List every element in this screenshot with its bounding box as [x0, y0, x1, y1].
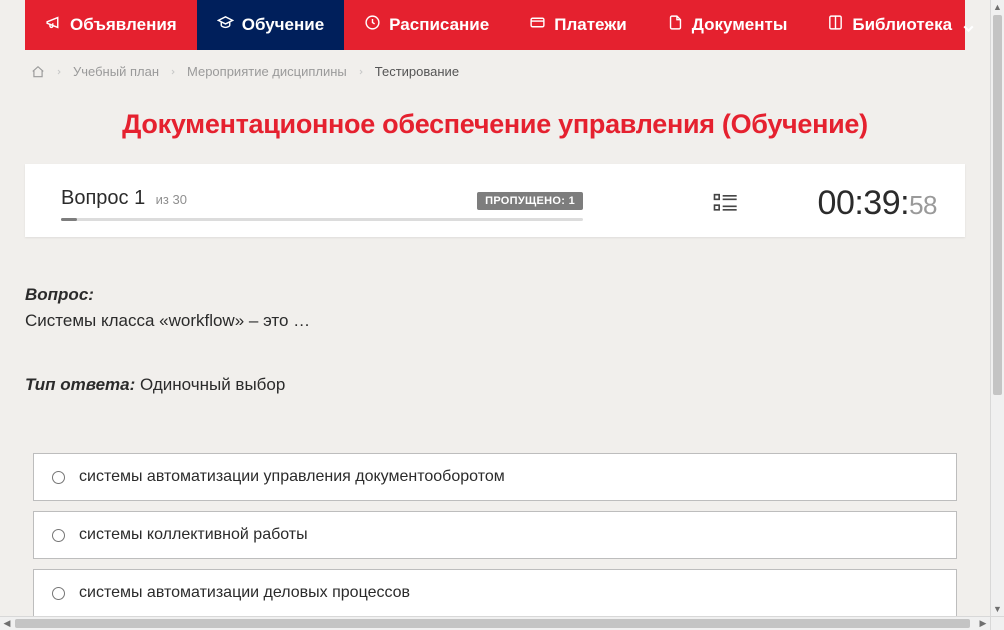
scroll-thumb[interactable] [993, 15, 1002, 395]
question-text: Системы класса «workflow» – это … [25, 311, 965, 331]
answer-option[interactable]: системы автоматизации деловых процессов [33, 569, 957, 616]
skipped-badge: ПРОПУЩЕНО: 1 [477, 192, 583, 210]
horizontal-scrollbar[interactable]: ◀ ▶ [0, 616, 990, 630]
chevron-right-icon [55, 68, 63, 76]
clock-icon [364, 14, 381, 36]
home-icon[interactable] [31, 65, 45, 79]
nav-label: Объявления [70, 15, 177, 35]
timer-main: 00:39: [818, 184, 910, 222]
question-heading-label: Вопрос: [25, 285, 94, 304]
nav-documents[interactable]: Документы [647, 0, 808, 50]
scrollbar-corner [990, 616, 1004, 630]
breadcrumb-link[interactable]: Мероприятие дисциплины [187, 64, 347, 79]
answers-list: системы автоматизации управления докумен… [25, 453, 965, 616]
vertical-scrollbar[interactable]: ▲ ▼ [990, 0, 1004, 616]
question-area: Вопрос: Системы класса «workflow» – это … [25, 237, 965, 616]
answer-text: системы автоматизации деловых процессов [79, 584, 410, 602]
breadcrumb-current: Тестирование [375, 64, 459, 79]
document-icon [667, 14, 684, 36]
timer: 00:39:58 [818, 184, 937, 222]
scroll-right-arrow[interactable]: ▶ [976, 617, 990, 630]
progress-fill [61, 218, 77, 221]
nav-announcements[interactable]: Объявления [25, 0, 197, 50]
answer-text: системы автоматизации управления докумен… [79, 468, 505, 486]
progress-bar [61, 218, 583, 221]
answer-type-label: Тип ответа: [25, 375, 135, 394]
nav-schedule[interactable]: Расписание [344, 0, 509, 50]
nav-education[interactable]: Обучение [197, 0, 344, 50]
answer-option[interactable]: системы автоматизации управления докумен… [33, 453, 957, 501]
answer-radio[interactable] [52, 471, 65, 484]
page-title: Документационное обеспечение управления … [25, 109, 965, 140]
breadcrumb-link[interactable]: Учебный план [73, 64, 159, 79]
nav-label: Библиотека [852, 15, 952, 35]
nav-payments[interactable]: Платежи [509, 0, 647, 50]
scroll-down-arrow[interactable]: ▼ [991, 602, 1004, 616]
book-icon [827, 14, 844, 36]
answer-option[interactable]: системы коллективной работы [33, 511, 957, 559]
timer-seconds: 58 [909, 190, 937, 220]
chevron-right-icon [357, 68, 365, 76]
nav-label: Документы [692, 15, 788, 35]
chevron-down-icon [960, 20, 971, 31]
question-total: из 30 [156, 192, 187, 207]
answer-radio[interactable] [52, 529, 65, 542]
nav-library[interactable]: Библиотека [807, 0, 990, 50]
nav-label: Расписание [389, 15, 489, 35]
scroll-up-arrow[interactable]: ▲ [991, 0, 1004, 14]
status-panel: Вопрос 1 из 30 ПРОПУЩЕНО: 1 [25, 164, 965, 237]
answer-type-value: Одиночный выбор [140, 375, 285, 394]
card-icon [529, 14, 546, 36]
answer-radio[interactable] [52, 587, 65, 600]
top-nav: Объявления Обучение Расписание [25, 0, 965, 50]
nav-label: Платежи [554, 15, 627, 35]
question-number: Вопрос 1 [61, 187, 145, 209]
scroll-left-arrow[interactable]: ◀ [0, 617, 14, 630]
nav-label: Обучение [242, 15, 324, 35]
megaphone-icon [45, 14, 62, 36]
graduation-icon [217, 14, 234, 36]
answer-text: системы коллективной работы [79, 526, 308, 544]
question-list-icon[interactable] [711, 190, 739, 218]
breadcrumb: Учебный план Мероприятие дисциплины Тест… [25, 50, 965, 91]
scroll-thumb[interactable] [15, 619, 970, 628]
chevron-right-icon [169, 68, 177, 76]
